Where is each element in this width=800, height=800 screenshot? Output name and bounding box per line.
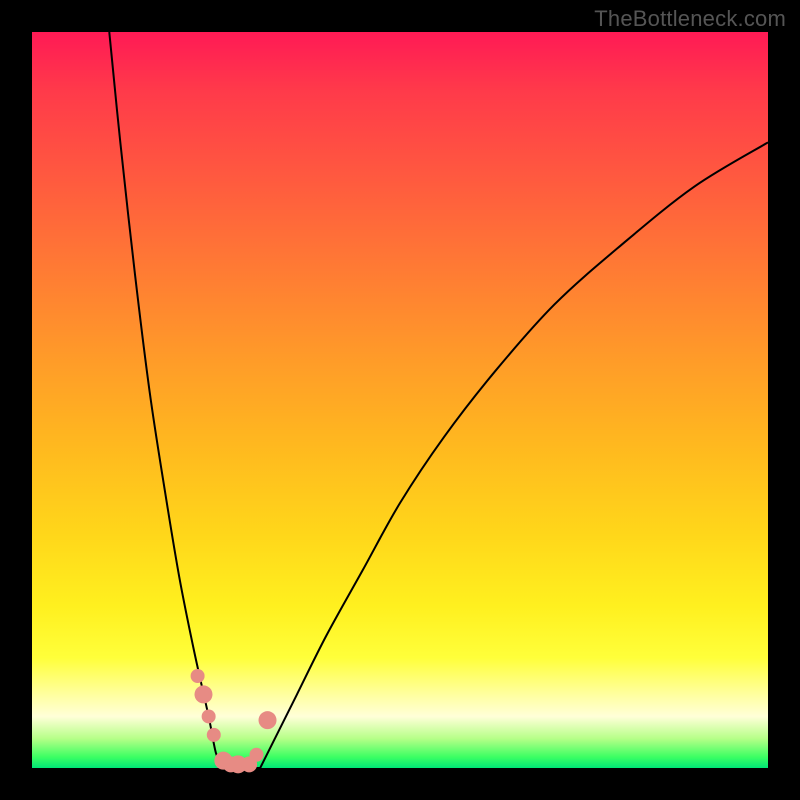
curve-right-path: [260, 142, 768, 768]
plot-area: [32, 32, 768, 768]
curve-right: [260, 142, 768, 768]
curve-left: [109, 32, 223, 768]
chart-frame: TheBottleneck.com: [0, 0, 800, 800]
marker-dot: [202, 709, 216, 723]
marker-dot: [259, 711, 277, 729]
watermark-text: TheBottleneck.com: [594, 6, 786, 32]
marker-dot: [249, 748, 263, 762]
curve-svg: [32, 32, 768, 768]
marker-dot: [191, 669, 205, 683]
marker-group: [191, 669, 277, 773]
marker-dot: [207, 728, 221, 742]
curve-left-path: [109, 32, 223, 768]
marker-dot: [194, 685, 212, 703]
